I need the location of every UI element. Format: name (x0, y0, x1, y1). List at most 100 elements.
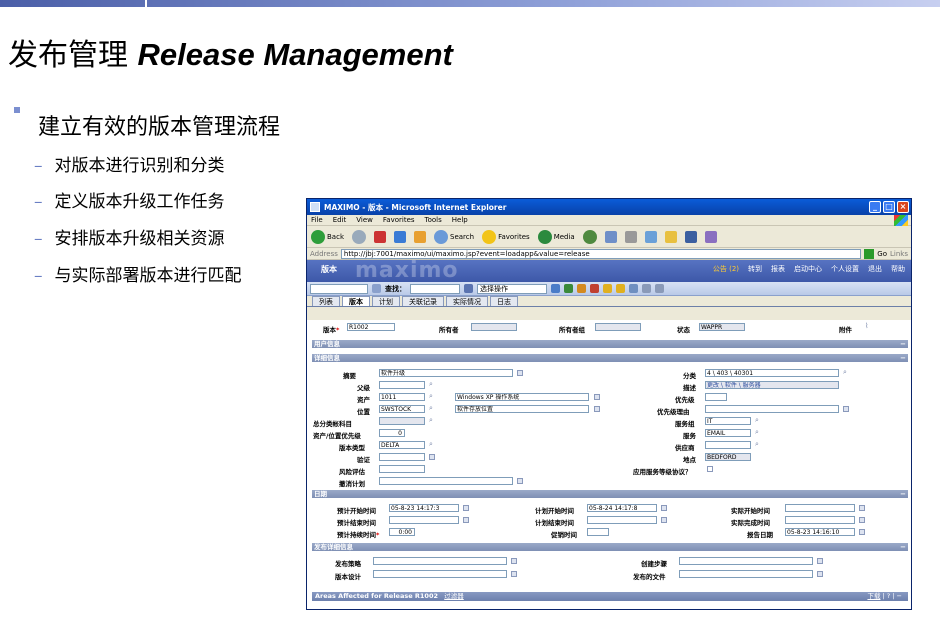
sla-checkbox[interactable] (707, 466, 713, 472)
classification-field[interactable]: 4 \ 403 \ 40301 (705, 369, 839, 377)
verification-field[interactable] (379, 453, 425, 461)
lookup-icon[interactable]: ⌕ (755, 428, 759, 437)
close-button[interactable]: × (897, 201, 909, 213)
bulletin-icon[interactable] (629, 284, 638, 293)
dropdown-icon[interactable] (372, 284, 381, 293)
refresh-button[interactable] (394, 230, 406, 243)
service-field[interactable]: EMAIL (705, 429, 751, 437)
new-record-icon[interactable] (551, 284, 560, 293)
asset-description[interactable]: Windows XP 操作系统 (455, 393, 589, 401)
description-field[interactable]: 更改 \ 软件 \ 服务器 (705, 381, 839, 389)
media-button[interactable]: Media (537, 229, 575, 244)
find-input[interactable] (410, 283, 460, 294)
target-finish-field[interactable] (389, 516, 459, 524)
long-description-icon[interactable] (843, 406, 849, 412)
lead-time-field[interactable] (587, 528, 609, 536)
back-button[interactable]: Back (311, 229, 344, 244)
status-icon[interactable] (590, 284, 599, 293)
menu-view[interactable]: View (356, 216, 373, 224)
tab-actuals[interactable]: 实际情况 (446, 296, 488, 306)
lookup-icon[interactable]: ⌕ (843, 368, 847, 377)
print-button[interactable] (624, 230, 637, 243)
lookup-icon[interactable]: ⌕ (429, 440, 433, 449)
download-link[interactable]: 下载 (867, 592, 880, 600)
lookup-icon[interactable]: ⌕ (755, 416, 759, 425)
calendar-icon[interactable] (463, 517, 469, 523)
menu-file[interactable]: File (311, 216, 323, 224)
research-button[interactable] (704, 230, 717, 243)
maximize-button[interactable]: □ (883, 201, 895, 213)
calendar-icon[interactable] (661, 505, 667, 511)
summary-field[interactable]: 软件升级 (379, 369, 513, 377)
filter-link[interactable]: 过滤器 (444, 592, 464, 600)
long-description-icon[interactable] (594, 406, 600, 412)
long-description-icon[interactable] (517, 370, 523, 376)
nav-start-center[interactable]: 启动中心 (794, 264, 822, 274)
gl-account-field[interactable] (379, 417, 425, 425)
forward-button[interactable] (352, 229, 366, 244)
report-date-field[interactable]: 05-8-23 14:16:10 (785, 528, 855, 536)
build-steps-field[interactable] (679, 557, 813, 565)
select-action[interactable]: 选择操作 (477, 283, 547, 294)
section-details[interactable]: 详细信息 − (312, 354, 908, 362)
link-icon[interactable] (642, 284, 651, 293)
tab-release[interactable]: 版本 (342, 296, 370, 306)
previous-icon[interactable] (603, 284, 612, 293)
priority-reason-field[interactable] (705, 405, 839, 413)
scheduled-start-field[interactable]: 05-8-24 14:17:8 (587, 504, 657, 512)
long-description-icon[interactable] (429, 454, 435, 460)
tab-log[interactable]: 日志 (490, 296, 518, 306)
menu-favorites[interactable]: Favorites (383, 216, 415, 224)
section-user-info[interactable]: 用户信息 − (312, 340, 908, 348)
nav-goto[interactable]: 转到 (748, 264, 762, 274)
saved-query-select[interactable] (310, 283, 368, 294)
next-icon[interactable] (616, 284, 625, 293)
stop-button[interactable] (374, 230, 386, 243)
publish-strategy-field[interactable] (373, 557, 507, 565)
links-button[interactable]: Links (890, 250, 908, 258)
priority-field[interactable] (705, 393, 727, 401)
release-field[interactable]: R1002 (347, 323, 395, 331)
lookup-icon[interactable]: ⌕ (755, 440, 759, 449)
section-publish[interactable]: 发布详细信息 − (312, 543, 908, 551)
long-description-icon[interactable] (511, 558, 517, 564)
menu-help[interactable]: Help (452, 216, 468, 224)
backout-plan-field[interactable] (379, 477, 513, 485)
calendar-icon[interactable] (661, 517, 667, 523)
release-type-field[interactable]: DELTA (379, 441, 425, 449)
calendar-icon[interactable] (859, 517, 865, 523)
site-field[interactable]: BEDFORD (705, 453, 751, 461)
nav-reports[interactable]: 报表 (771, 264, 785, 274)
long-description-icon[interactable] (511, 571, 517, 577)
calendar-icon[interactable] (463, 505, 469, 511)
long-description-icon[interactable] (517, 478, 523, 484)
favorites-button[interactable]: Favorites (482, 229, 530, 244)
long-description-icon[interactable] (594, 394, 600, 400)
nav-profile[interactable]: 个人设置 (831, 264, 859, 274)
messenger-button[interactable] (684, 230, 697, 243)
vendor-field[interactable] (705, 441, 751, 449)
service-group-field[interactable]: IT (705, 417, 751, 425)
actual-start-field[interactable] (785, 504, 855, 512)
published-docs-field[interactable] (679, 570, 813, 578)
go-button[interactable]: Go (877, 250, 887, 258)
paperclip-icon[interactable]: ⌇ (865, 322, 868, 330)
parent-field[interactable] (379, 381, 425, 389)
address-input[interactable]: http://jbj:7001/maximo/ui/maximo.jsp?eve… (340, 248, 862, 259)
status-field[interactable]: WAPPR (699, 323, 745, 331)
long-description-icon[interactable] (817, 571, 823, 577)
scheduled-finish-field[interactable] (587, 516, 657, 524)
edit-button[interactable] (644, 230, 657, 243)
release-design-field[interactable] (373, 570, 507, 578)
history-button[interactable] (582, 229, 597, 244)
mail-button[interactable] (604, 230, 617, 243)
actual-finish-field[interactable] (785, 516, 855, 524)
long-description-icon[interactable] (817, 558, 823, 564)
menu-tools[interactable]: Tools (425, 216, 442, 224)
calendar-icon[interactable] (859, 529, 865, 535)
route-icon[interactable] (577, 284, 586, 293)
asset-priority-field[interactable]: 0 (379, 429, 405, 437)
binoculars-icon[interactable] (464, 284, 473, 293)
lookup-icon[interactable]: ⌕ (429, 416, 433, 425)
section-dates[interactable]: 日期 − (312, 490, 908, 498)
